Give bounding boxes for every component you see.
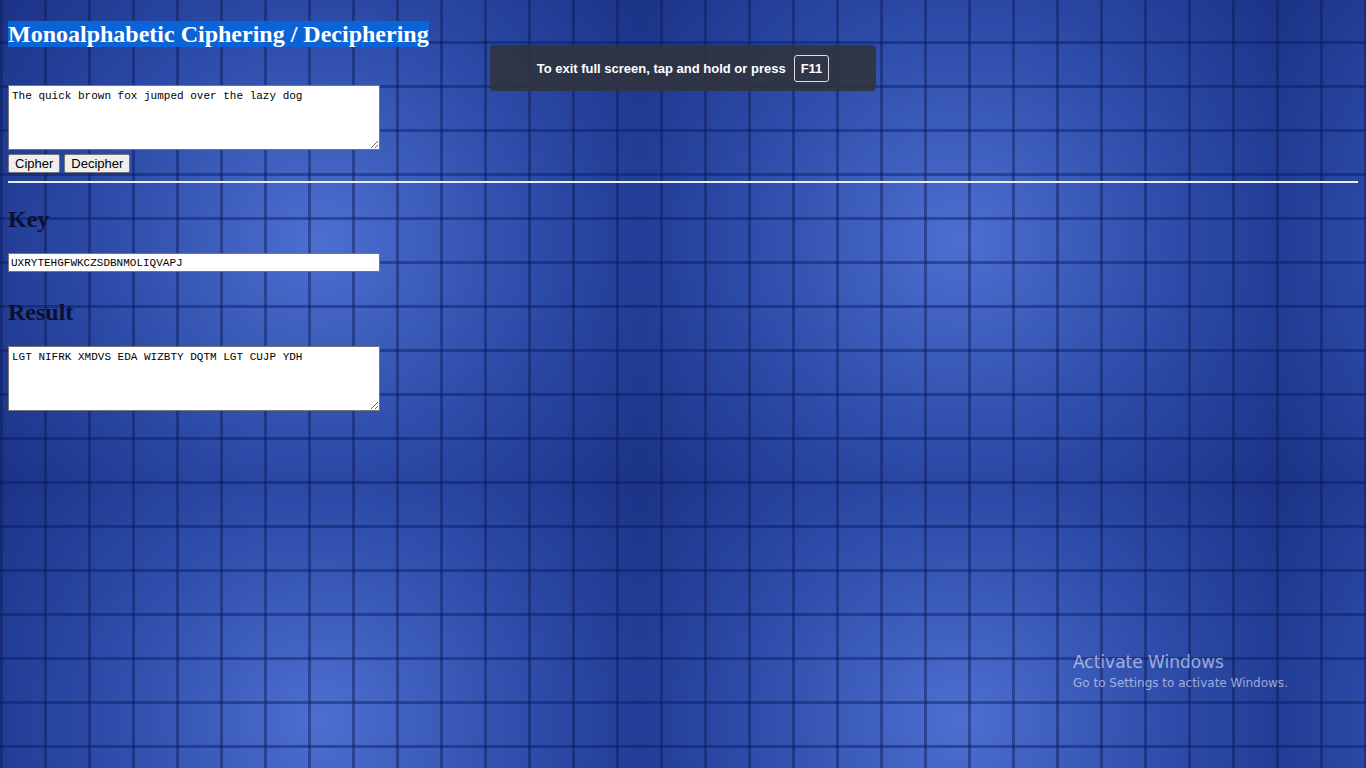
fullscreen-notice: To exit full screen, tap and hold or pre… [490,45,876,91]
key-input[interactable] [8,253,380,272]
action-button[interactable]: Cipher [8,154,60,173]
result-heading: Result [8,298,73,326]
page-title: Monoalphabetic Ciphering / Deciphering [8,20,429,48]
divider [8,181,1358,183]
result-output[interactable] [8,346,380,411]
activation-watermark: Activate Windows Go to Settings to activa… [1073,652,1288,690]
page: Monoalphabetic Ciphering / Deciphering Ci… [0,0,1366,768]
title-text[interactable]: Monoalphabetic Ciphering / Deciphering [8,21,429,47]
key-heading: Key [8,205,49,233]
watermark-title: Activate Windows [1073,652,1288,672]
button-row: CipherDecipher [8,154,130,173]
watermark-subtitle: Go to Settings to activate Windows. [1073,676,1288,690]
plaintext-input[interactable] [8,85,380,150]
key-badge: F11 [794,55,830,82]
action-button[interactable]: Decipher [64,154,130,173]
notice-text: To exit full screen, tap and hold or pre… [537,61,786,76]
